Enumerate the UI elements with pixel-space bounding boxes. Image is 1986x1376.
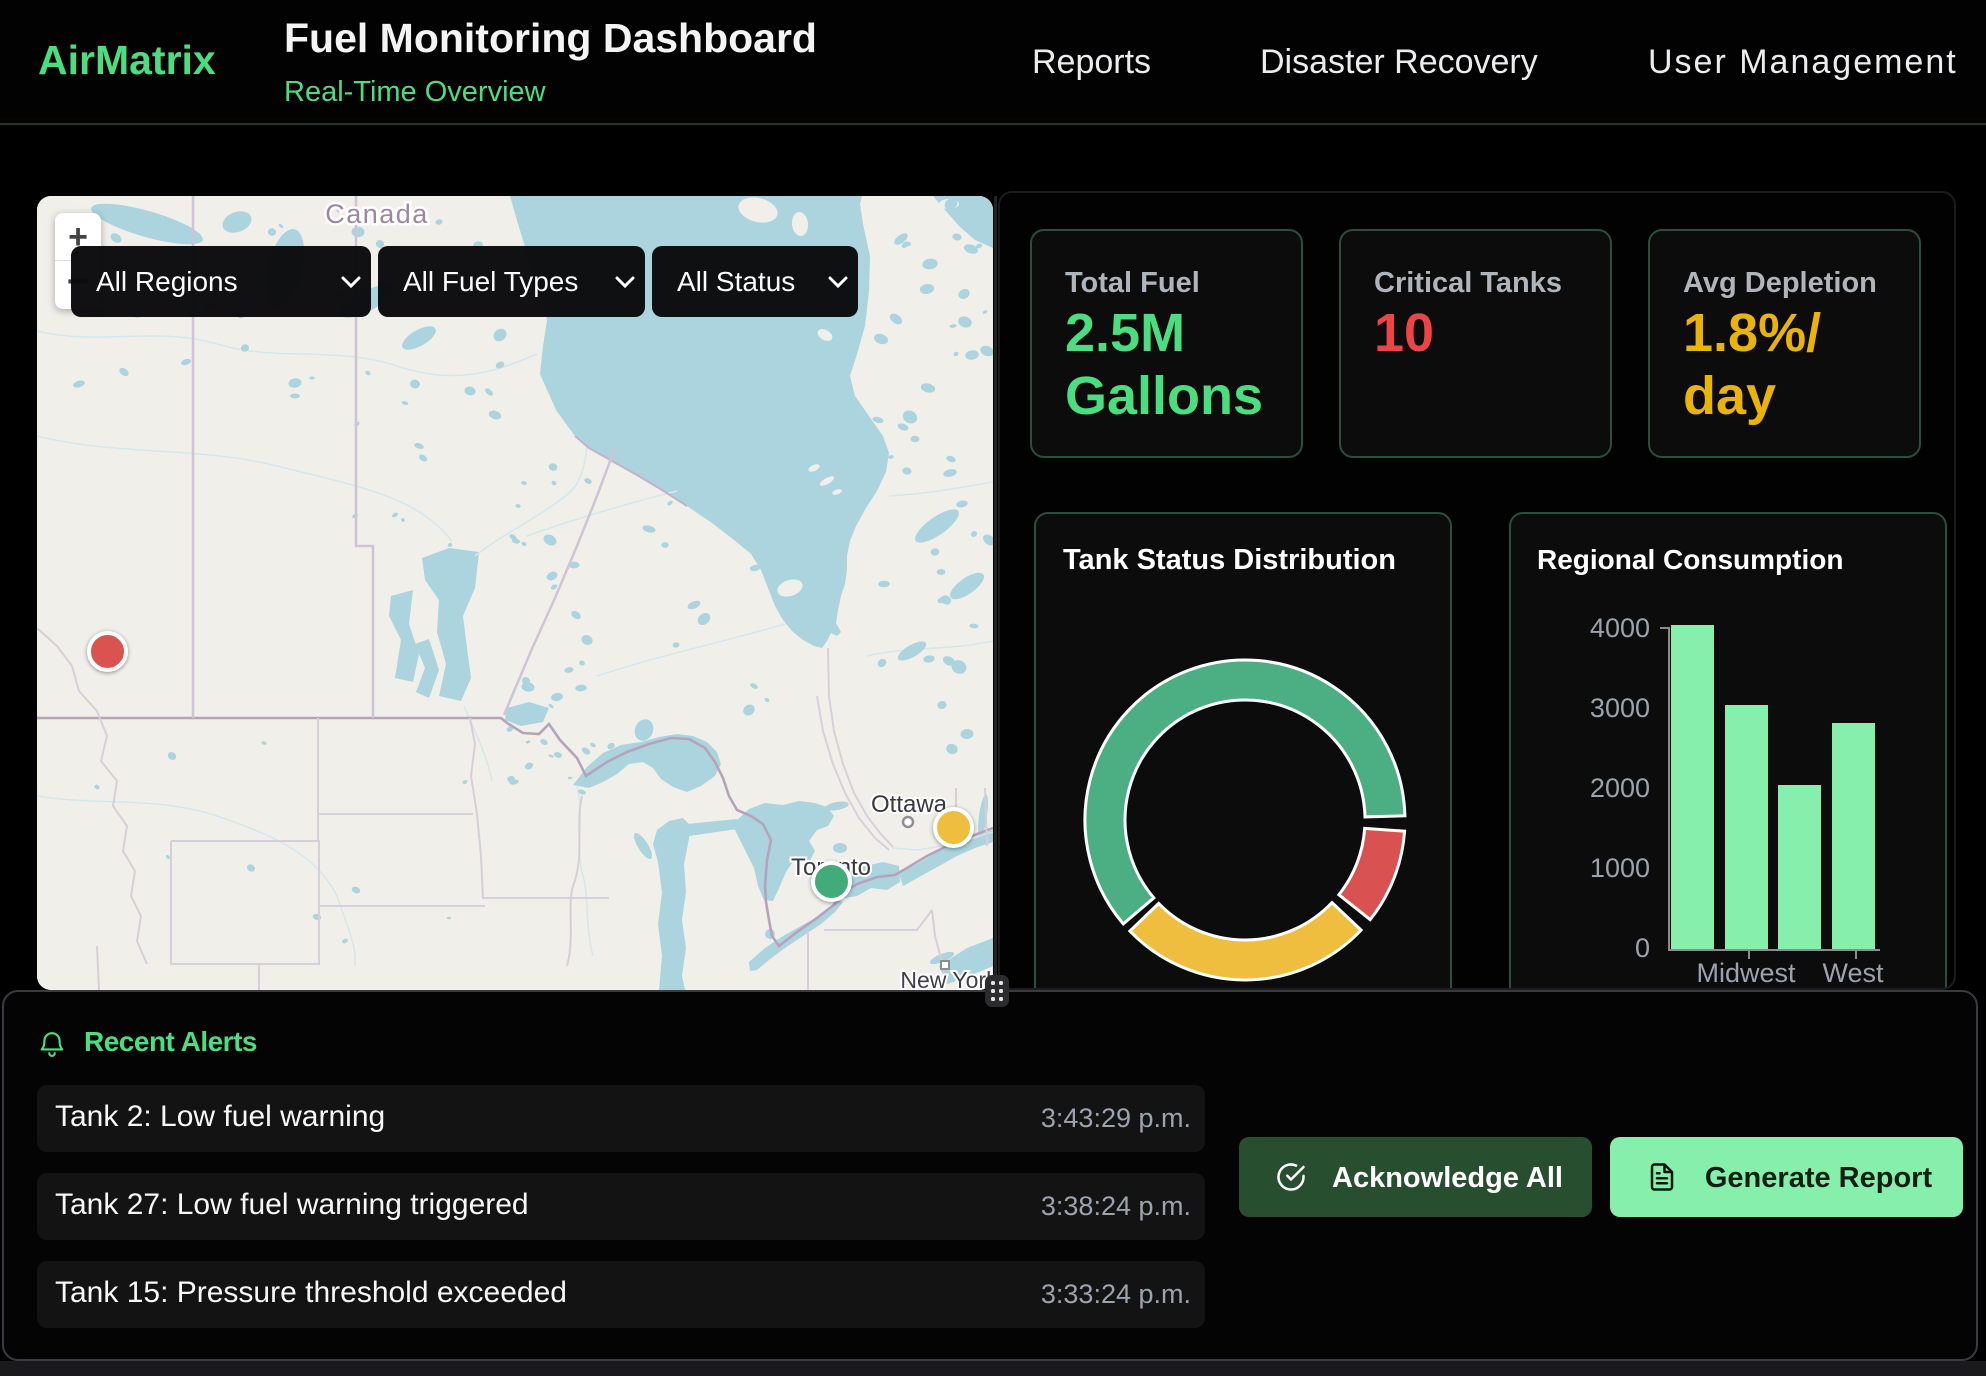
svg-text:New York: New York — [900, 967, 993, 990]
svg-text:Ottawa: Ottawa — [871, 791, 948, 818]
svg-text:Canada: Canada — [325, 199, 429, 229]
